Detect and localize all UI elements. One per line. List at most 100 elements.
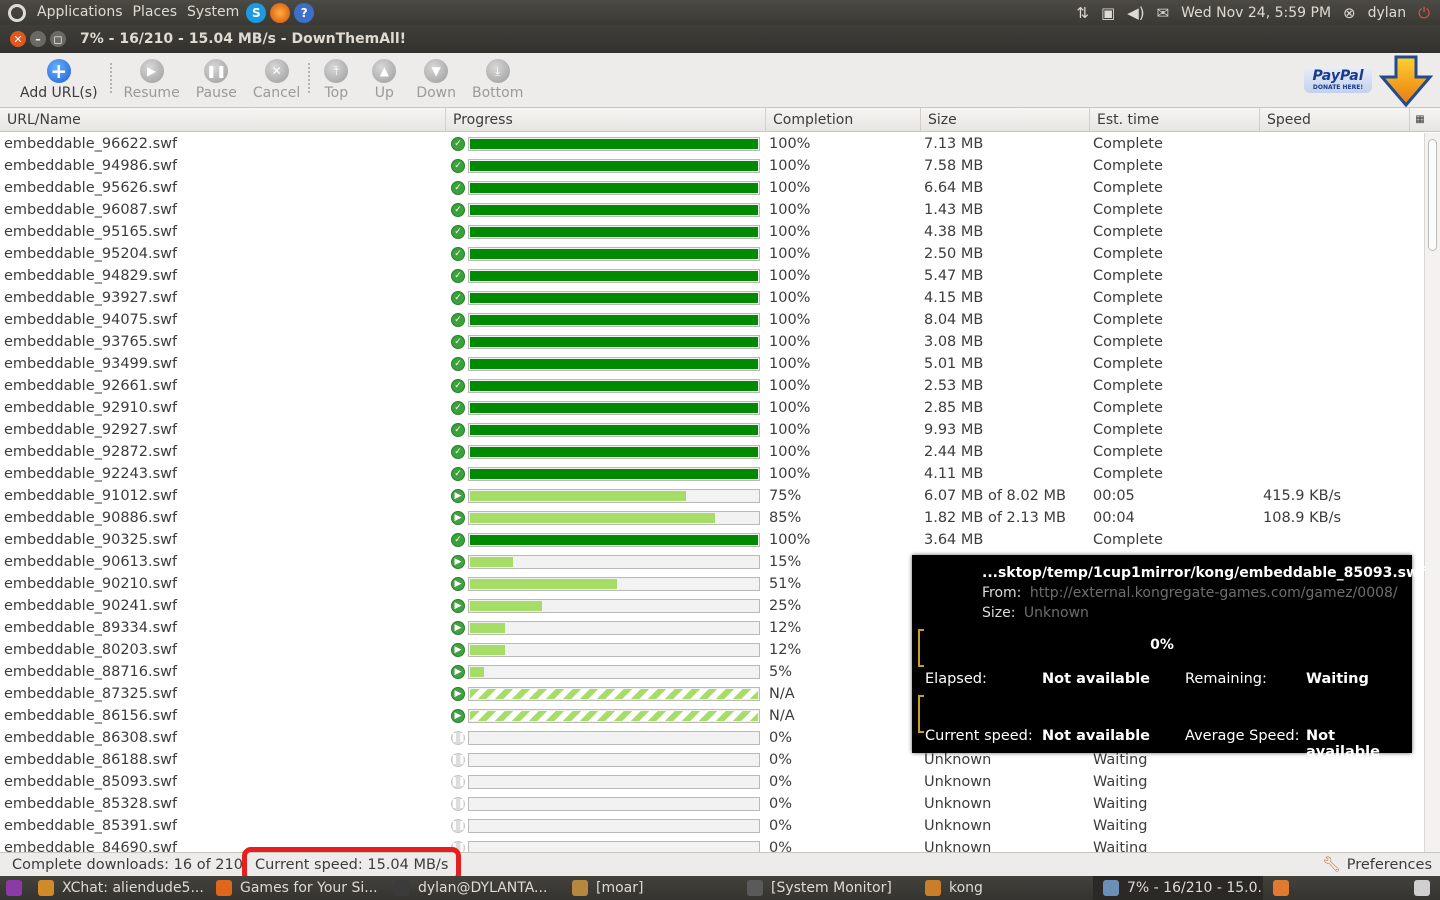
taskbar-item[interactable]: dylan@DYLANTA... xyxy=(384,876,562,900)
menu-places[interactable]: Places xyxy=(128,0,183,25)
vertical-scrollbar[interactable] xyxy=(1424,133,1440,852)
complete-icon: ✓ xyxy=(451,247,465,261)
close-window-button[interactable]: ✕ xyxy=(10,31,26,47)
progress-bar xyxy=(468,775,760,789)
table-row[interactable]: embeddable_94075.swf ✓ 100% 8.04 MB Complete xyxy=(0,309,1424,331)
preferences-button[interactable]: 🔧︎ Preferences xyxy=(1322,853,1432,877)
paypal-donate-button[interactable]: PayPal DONATE HERE! xyxy=(1304,55,1434,107)
table-row[interactable]: embeddable_95626.swf ✓ 100% 6.64 MB Complete xyxy=(0,177,1424,199)
tooltip-from-label: From: xyxy=(982,585,1022,601)
help-icon[interactable]: ? xyxy=(294,2,315,23)
table-row[interactable]: embeddable_90325.swf ✓ 100% 3.64 MB Complete xyxy=(0,529,1424,551)
table-row[interactable]: embeddable_93499.swf ✓ 100% 5.01 MB Complete xyxy=(0,353,1424,375)
row-est-time: Complete xyxy=(1093,378,1163,394)
power-icon[interactable]: ⏻ xyxy=(1418,4,1430,22)
progress-bar-fill xyxy=(470,623,505,633)
bottom-taskbar: XChat: aliendude5... Games for Your Si...… xyxy=(0,876,1440,900)
row-filename: embeddable_90241.swf xyxy=(4,598,178,614)
row-size: Unknown xyxy=(924,818,992,834)
row-completion: 100% xyxy=(769,180,811,196)
table-row[interactable]: embeddable_91012.swf ▶ 75% 6.07 MB of 8.02 … xyxy=(0,485,1424,507)
table-row[interactable]: embeddable_92927.swf ✓ 100% 9.93 MB Complete xyxy=(0,419,1424,441)
row-est-time: Waiting xyxy=(1093,818,1148,834)
table-row[interactable]: embeddable_93765.swf ✓ 100% 3.08 MB Complete xyxy=(0,331,1424,353)
table-row[interactable]: embeddable_94829.swf ✓ 100% 5.47 MB Complete xyxy=(0,265,1424,287)
pause-button[interactable]: ❚❚ Pause xyxy=(196,53,237,108)
progress-bar xyxy=(468,643,760,657)
menu-applications[interactable]: Applications xyxy=(32,0,128,25)
move-bottom-button[interactable]: ⤓ Bottom xyxy=(472,53,523,108)
row-speed: 108.9 KB/s xyxy=(1263,510,1342,526)
table-row[interactable]: embeddable_92243.swf ✓ 100% 4.11 MB Complete xyxy=(0,463,1424,485)
column-header-est-time[interactable]: Est. time xyxy=(1090,108,1260,131)
taskbar-item-label: kong xyxy=(949,880,983,896)
firefox-icon[interactable] xyxy=(270,2,291,23)
trash-button[interactable] xyxy=(1404,876,1440,900)
table-row[interactable]: embeddable_92661.swf ✓ 100% 2.53 MB Complete xyxy=(0,375,1424,397)
row-progress: ✓ xyxy=(446,269,766,283)
table-row[interactable]: embeddable_93927.swf ✓ 100% 4.15 MB Complete xyxy=(0,287,1424,309)
row-completion: 100% xyxy=(769,158,811,174)
menu-system[interactable]: System xyxy=(182,0,244,25)
volume-icon[interactable]: ◀) xyxy=(1127,4,1144,22)
move-up-button[interactable]: ▲ Up xyxy=(372,53,397,108)
column-header-completion[interactable]: Completion xyxy=(766,108,921,131)
taskbar-item[interactable]: Games for Your Si... xyxy=(206,876,384,900)
taskbar-item[interactable]: 7% - 16/210 - 15.0... xyxy=(1093,876,1263,900)
network-icon[interactable]: ⇅ xyxy=(1076,4,1089,22)
add-url-button[interactable]: + Add URL(s) xyxy=(20,53,98,108)
user-name[interactable]: dylan xyxy=(1368,5,1407,21)
complete-icon: ✓ xyxy=(451,335,465,349)
toolbar-separator xyxy=(109,63,112,93)
progress-bar-fill xyxy=(470,381,758,391)
clock[interactable]: Wed Nov 24, 5:59 PM xyxy=(1181,5,1331,21)
ubuntu-logo-icon[interactable] xyxy=(8,3,26,22)
row-filename: embeddable_91012.swf xyxy=(4,488,178,504)
monitor-icon[interactable]: ▣ xyxy=(1101,4,1115,22)
move-down-button[interactable]: ▼ Down xyxy=(416,53,456,108)
column-picker-icon[interactable]: ▦ xyxy=(1410,108,1430,131)
maximize-window-button[interactable]: ◻ xyxy=(50,31,66,47)
row-completion: 100% xyxy=(769,532,811,548)
minimize-window-button[interactable]: – xyxy=(30,31,46,47)
table-row[interactable]: embeddable_92872.swf ✓ 100% 2.44 MB Complete xyxy=(0,441,1424,463)
cancel-button[interactable]: ✕ Cancel xyxy=(253,53,300,108)
column-header-speed[interactable]: Speed xyxy=(1260,108,1410,131)
skype-icon[interactable]: S xyxy=(246,2,267,23)
table-row[interactable]: embeddable_84690.swf ❚❚ 0% Unknown Waiting xyxy=(0,837,1424,852)
table-row[interactable]: embeddable_85391.swf ❚❚ 0% Unknown Waiting xyxy=(0,815,1424,837)
progress-bar-fill xyxy=(470,293,758,303)
progress-bar-fill xyxy=(470,645,505,655)
column-header-name[interactable]: URL/Name xyxy=(0,108,446,131)
taskbar-item[interactable]: XChat: aliendude5... xyxy=(28,876,206,900)
table-row[interactable]: embeddable_90886.swf ▶ 85% 1.82 MB of 2.13 … xyxy=(0,507,1424,529)
complete-icon: ✓ xyxy=(451,357,465,371)
scrollbar-thumb[interactable] xyxy=(1428,139,1437,251)
table-row[interactable]: embeddable_94986.swf ✓ 100% 7.58 MB Complete xyxy=(0,155,1424,177)
move-top-button[interactable]: ⤒ Top xyxy=(324,53,349,108)
table-row[interactable]: embeddable_96622.swf ✓ 100% 7.13 MB Complete xyxy=(0,133,1424,155)
taskbar-item[interactable]: [moar] xyxy=(562,876,737,900)
row-filename: embeddable_94986.swf xyxy=(4,158,178,174)
row-size: 1.43 MB xyxy=(924,202,984,218)
tooltip-title: ...sktop/temp/1cup1mirror/kong/embeddabl… xyxy=(982,565,1425,581)
table-row[interactable]: embeddable_92910.swf ✓ 100% 2.85 MB Complete xyxy=(0,397,1424,419)
download-info-tooltip: ...sktop/temp/1cup1mirror/kong/embeddabl… xyxy=(912,555,1425,760)
table-row[interactable]: embeddable_96087.swf ✓ 100% 1.43 MB Complete xyxy=(0,199,1424,221)
table-row[interactable]: embeddable_95165.swf ✓ 100% 4.38 MB Complete xyxy=(0,221,1424,243)
taskbar-item[interactable]: [System Monitor] xyxy=(737,876,915,900)
show-desktop-button[interactable] xyxy=(0,876,28,900)
table-row[interactable]: embeddable_95204.swf ✓ 100% 2.50 MB Complete xyxy=(0,243,1424,265)
resume-button[interactable]: ▶ Resume xyxy=(124,53,180,108)
row-completion: 100% xyxy=(769,422,811,438)
column-header-size[interactable]: Size xyxy=(921,108,1090,131)
taskbar-extra-item[interactable] xyxy=(1263,876,1299,900)
table-row[interactable]: embeddable_85328.swf ❚❚ 0% Unknown Waiting xyxy=(0,793,1424,815)
table-row[interactable]: embeddable_85093.swf ❚❚ 0% Unknown Waiting xyxy=(0,771,1424,793)
taskbar-item[interactable]: kong xyxy=(915,876,1093,900)
column-header-progress[interactable]: Progress xyxy=(446,108,766,131)
paused-icon: ❚❚ xyxy=(450,775,466,789)
row-filename: embeddable_86308.swf xyxy=(4,730,178,746)
mail-icon[interactable]: ✉ xyxy=(1157,4,1170,22)
tooltip-elapsed-text: Not available xyxy=(1042,671,1151,687)
